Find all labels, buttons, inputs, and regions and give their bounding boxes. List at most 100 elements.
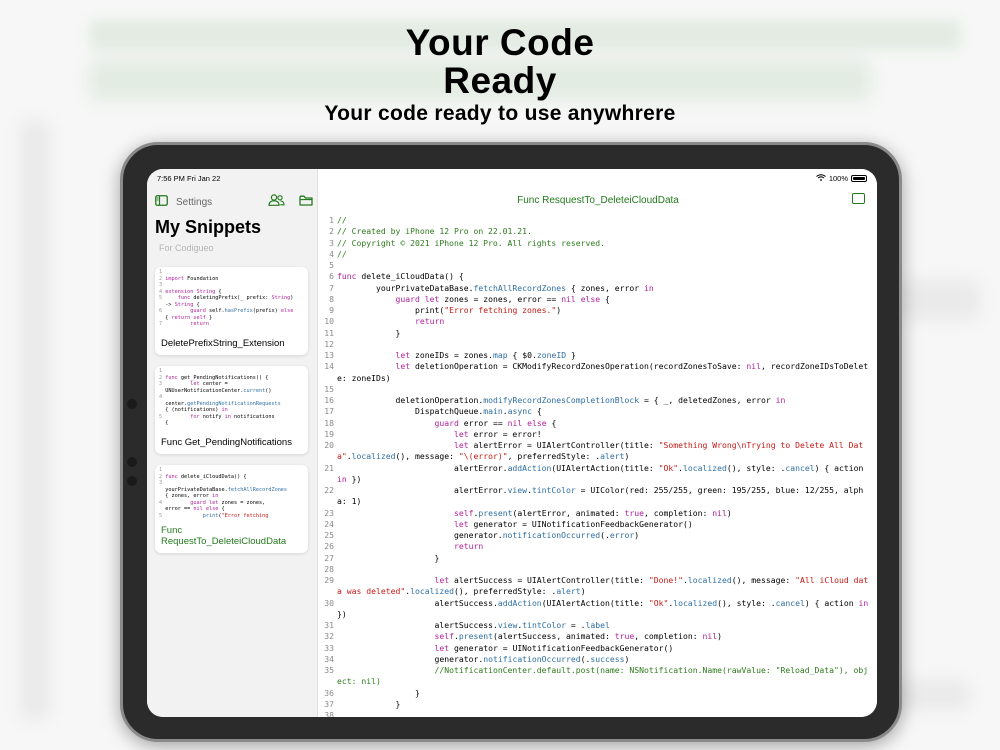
code-line: 35 //NotificationCenter.default.post(nam… [319,665,877,688]
line-number: 23 [324,507,334,518]
code-line: 15 [319,384,877,395]
line-number: 28 [324,563,334,574]
code-line: 24 let generator = UINotificationFeedbac… [319,519,877,530]
snippet-card-selected[interactable]: 1 2 func delete_iCloudData() { 3 yourPri… [155,465,308,553]
line-number: 11 [324,327,334,338]
snippet-preview: 1 2 func get_PendingNotifications() { 3 … [159,368,281,426]
line-number: 10 [324,316,334,327]
line-number: 26 [324,541,334,552]
battery-percent: 100% [828,174,848,183]
line-number: 33 [324,642,334,653]
line-number: 14 [324,361,334,372]
line-number: 35 [324,665,334,675]
snippet-card[interactable]: 1 2 import Foundation 3 4 extension Stri… [155,267,308,355]
line-number: 29 [324,575,334,585]
line-number: 5 [329,260,334,270]
code-text: //NotificationCenter.default.post(name: … [337,665,869,687]
code-line: 37 } [319,699,877,710]
code-line: 26 return [319,541,877,552]
code-line: 9 print("Error fetching zones.") [319,305,877,316]
code-line: 14 let deletionOperation = CKModifyRecor… [319,361,877,384]
line-number: 25 [324,530,334,540]
code-text: alertSuccess.addAction(UIAlertAction(tit… [337,597,874,619]
line-number: 21 [324,462,334,473]
line-number: 20 [324,440,334,450]
marketing-headline: Your Code Ready Your code ready to use a… [0,24,1000,126]
code-line: 30 alertSuccess.addAction(UIAlertAction(… [319,598,877,621]
code-line: 2// Created by iPhone 12 Pro on 22.01.21… [319,226,877,237]
side-button [127,457,137,467]
code-text: let alertSuccess = UIAlertController(tit… [337,575,869,597]
code-line: 8 guard let zones = zones, error == nil … [319,294,877,305]
code-text: alertSuccess.view.tintColor = .label [337,620,610,630]
side-button [127,476,137,486]
code-line: 38 [319,710,877,717]
code-text: deletionOperation.modifyRecordZonesCompl… [337,395,786,405]
code-line: 1// [319,215,877,226]
line-number: 30 [324,597,334,608]
code-text: func delete_iCloudData() { [337,271,464,282]
code-line: 18 guard error == nil else { [319,418,877,429]
line-number: 9 [329,305,334,315]
code-text: return [414,316,445,327]
code-line: 28 [319,564,877,575]
code-view[interactable]: 1//2// Created by iPhone 12 Pro on 22.01… [319,215,877,717]
code-line: 19 let error = error! [319,429,877,440]
line-number: 31 [324,620,334,630]
code-line: 31 alertSuccess.view.tintColor = .label [319,620,877,631]
code-line: 5 [319,260,877,271]
code-text: // Copyright © 2021 iPhone 12 Pro. All r… [337,237,606,248]
headline-title: Your Code Ready [405,22,595,101]
line-number: 4 [329,248,334,259]
snippet-title: Func RequestTo_DeleteiCloudData [161,525,287,547]
code-text: } [337,327,401,338]
code-text: print("Error fetching zones.") [337,305,562,315]
code-line: 16 deletionOperation.modifyRecordZonesCo… [319,395,877,406]
sidebar-toolbar: Settings [155,191,313,213]
code-text: generator.notificationOccurred(.error) [337,530,640,540]
code-line: 4// [319,249,877,260]
line-number: 3 [329,237,334,248]
code-line: 20 let alertError = UIAlertController(ti… [319,440,877,463]
line-number: 8 [329,293,334,304]
code-text: let error = error! [453,428,542,439]
line-number: 27 [324,552,334,563]
line-number: 37 [324,698,334,709]
code-text: // [337,248,347,259]
settings-button[interactable]: Settings [176,197,212,208]
snippet-title: DeletePrefixString_Extension [161,338,285,349]
ipad-frame: Settings My Snippets For Codigueo 1 2 im… [120,142,902,742]
code-line: 10 return [319,316,877,327]
line-number: 13 [324,350,334,360]
code-line: 23 self.present(alertError, animated: tr… [319,508,877,519]
code-text: alertError.addAction(UIAlertAction(title… [337,462,869,484]
line-number: 12 [324,338,334,349]
code-text: let zoneIDs = zones.map { $0.zoneID } [395,350,576,360]
code-text: let deletionOperation = CKModifyRecordZo… [337,361,869,383]
wifi-icon [816,174,826,183]
code-line: 36 } [319,688,877,699]
line-number: 22 [324,485,334,495]
line-number: 24 [324,518,334,529]
line-number: 6 [329,271,334,282]
code-line: 13 let zoneIDs = zones.map { $0.zoneID } [319,350,877,361]
code-text: // Created by iPhone 12 Pro on 22.01.21. [337,226,532,237]
folder-icon[interactable] [299,193,313,211]
line-number: 15 [324,383,334,394]
code-line: 27 } [319,553,877,564]
code-text: self.present(alertSuccess, animated: tru… [434,631,723,642]
headline-subtitle: Your code ready to use anywhrere [324,102,676,125]
code-line: 12 [319,339,877,350]
snippet-preview: 1 2 func delete_iCloudData() { 3 yourPri… [159,467,288,519]
line-number: 7 [329,282,334,293]
status-time: 7:56 PM Fri Jan 22 [157,174,221,183]
code-text: let generator = UINotificationFeedbackGe… [453,518,693,529]
sidebar-toggle-icon[interactable] [155,193,168,211]
line-number: 19 [324,428,334,439]
line-number: 1 [329,215,334,225]
people-icon[interactable] [268,193,285,211]
fullscreen-icon[interactable] [852,193,865,204]
snippet-card[interactable]: 1 2 func get_PendingNotifications() { 3 … [155,366,308,454]
